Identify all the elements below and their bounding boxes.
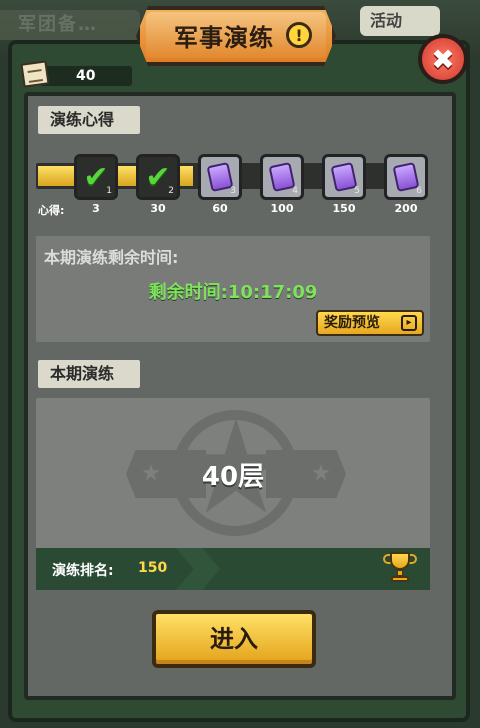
reward-node[interactable]: 5 [322,154,366,200]
page-title: 军事演练 [174,24,274,52]
trophy-handle [409,554,417,564]
background-tab-left: 军团备… [0,10,140,40]
arrow-right-icon: ▸ [401,315,417,331]
reward-node[interactable]: ✔ 1 [74,154,118,200]
reward-preview-label: 奖励预览 [324,315,380,331]
trophy-cup [390,552,410,570]
enter-button[interactable]: 进入 [152,610,316,668]
timer-title: 本期演练剩余时间: [44,248,179,267]
background-tab-right: 活动 [360,6,440,36]
node-index: 4 [292,186,298,196]
trophy-base [391,576,409,582]
reward-node[interactable]: 4 [260,154,304,200]
remaining-time: 剩余时间:10:17:09 [148,282,318,303]
node-index: 5 [354,186,360,196]
node-threshold: 30 [150,202,166,215]
node-threshold: 100 [270,202,294,215]
node-threshold: 3 [92,202,100,215]
node-index: 3 [230,186,236,196]
reward-node[interactable]: 6 [384,154,428,200]
section-tag-current-drill: 本期演练 [38,360,140,388]
rank-label: 演练排名: [52,563,114,579]
close-button[interactable]: ✖ [418,34,468,84]
floor-level: 40层 [201,462,265,492]
close-icon: ✖ [431,42,455,76]
node-index: 6 [416,186,422,196]
node-index: 2 [168,186,174,196]
points-label: 心得: [38,204,65,217]
reward-node[interactable]: 3 [198,154,242,200]
reward-preview-button[interactable]: 奖励预览 ▸ [316,310,424,336]
alert-icon[interactable]: ! [286,22,312,48]
currency-value: 40 [76,68,96,84]
reward-node[interactable]: ✔ 2 [136,154,180,200]
rank-value: 150 [138,560,168,576]
node-threshold: 200 [394,202,418,215]
node-threshold: 60 [212,202,228,215]
checkmark-icon: ✔ [83,159,109,195]
node-threshold: 150 [332,202,356,215]
node-index: 1 [106,186,112,196]
currency-display: 40 [20,60,132,88]
title-banner: 军事演练 ! [136,6,336,68]
section-tag-insight: 演练心得 [38,106,140,134]
paper-scroll-icon [20,60,50,88]
trophy-icon[interactable] [382,552,418,584]
checkmark-icon: ✔ [145,159,171,195]
